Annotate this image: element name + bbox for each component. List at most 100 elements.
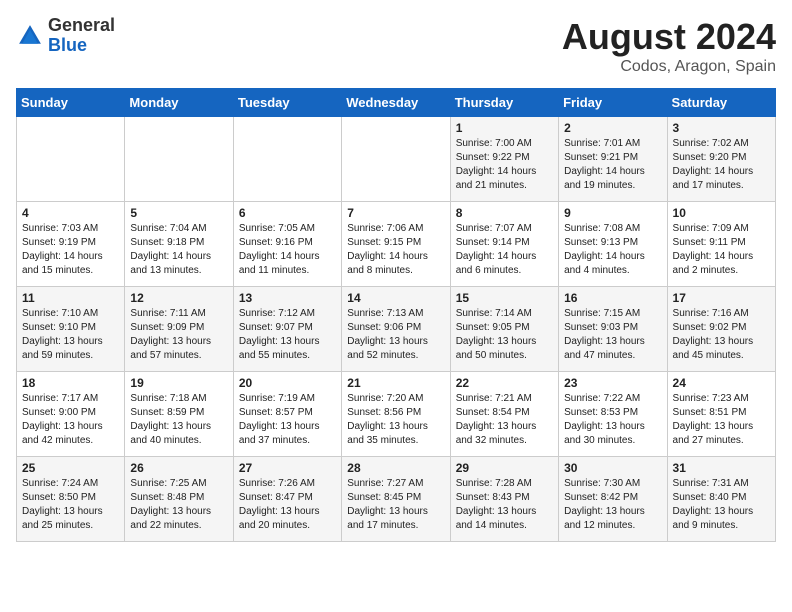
day-info: Sunrise: 7:28 AM Sunset: 8:43 PM Dayligh… [456, 477, 553, 533]
day-cell: 2 Sunrise: 7:01 AM Sunset: 9:21 PM Daylig… [559, 117, 667, 202]
day-cell: 25Sunrise: 7:24 AM Sunset: 8:50 PM Dayli… [17, 457, 125, 542]
day-cell: 19 Sunrise: 7:18 AM Sunset: 8:59 PM Dayli… [125, 372, 233, 457]
page-header: General Blue August 2024 Codos, Aragon, … [16, 16, 776, 76]
day-info: Sunrise: 7:22 AM Sunset: 8:53 PM Dayligh… [564, 392, 661, 448]
day-number: 15 [456, 291, 553, 305]
day-number: 23 [564, 376, 661, 390]
day-cell [342, 117, 450, 202]
day-number: 4 [22, 206, 119, 220]
day-cell: 29Sunrise: 7:28 AM Sunset: 8:43 PM Dayli… [450, 457, 558, 542]
day-cell: 22 Sunrise: 7:21 AM Sunset: 8:54 PM Dayli… [450, 372, 558, 457]
day-number: 21 [347, 376, 444, 390]
day-cell: 20 Sunrise: 7:19 AM Sunset: 8:57 PM Dayli… [233, 372, 341, 457]
day-number: 31 [673, 461, 770, 475]
day-info: Sunrise: 7:09 AM Sunset: 9:11 PM Dayligh… [673, 222, 770, 278]
week-row-4: 18 Sunrise: 7:17 AM Sunset: 9:00 PM Dayli… [17, 372, 776, 457]
day-cell: 5Sunrise: 7:04 AM Sunset: 9:18 PM Daylig… [125, 202, 233, 287]
calendar-body: 1 Sunrise: 7:00 AM Sunset: 9:22 PM Daylig… [17, 117, 776, 542]
day-info: Sunrise: 7:07 AM Sunset: 9:14 PM Dayligh… [456, 222, 553, 278]
day-number: 18 [22, 376, 119, 390]
day-number: 22 [456, 376, 553, 390]
calendar-table: SundayMondayTuesdayWednesdayThursdayFrid… [16, 88, 776, 542]
day-info: Sunrise: 7:27 AM Sunset: 8:45 PM Dayligh… [347, 477, 444, 533]
day-info: Sunrise: 7:02 AM Sunset: 9:20 PM Dayligh… [673, 137, 770, 193]
week-row-3: 11 Sunrise: 7:10 AM Sunset: 9:10 PM Dayli… [17, 287, 776, 372]
week-row-5: 25Sunrise: 7:24 AM Sunset: 8:50 PM Dayli… [17, 457, 776, 542]
day-cell: 31 Sunrise: 7:31 AM Sunset: 8:40 PM Dayli… [667, 457, 775, 542]
day-number: 14 [347, 291, 444, 305]
day-info: Sunrise: 7:01 AM Sunset: 9:21 PM Dayligh… [564, 137, 661, 193]
day-cell: 15 Sunrise: 7:14 AM Sunset: 9:05 PM Dayli… [450, 287, 558, 372]
logo-blue: Blue [48, 36, 115, 56]
day-info: Sunrise: 7:23 AM Sunset: 8:51 PM Dayligh… [673, 392, 770, 448]
day-cell: 28 Sunrise: 7:27 AM Sunset: 8:45 PM Dayli… [342, 457, 450, 542]
day-number: 11 [22, 291, 119, 305]
day-cell: 17Sunrise: 7:16 AM Sunset: 9:02 PM Dayli… [667, 287, 775, 372]
title-block: August 2024 Codos, Aragon, Spain [562, 16, 776, 76]
weekday-header-wednesday: Wednesday [342, 89, 450, 117]
week-row-1: 1 Sunrise: 7:00 AM Sunset: 9:22 PM Daylig… [17, 117, 776, 202]
day-info: Sunrise: 7:21 AM Sunset: 8:54 PM Dayligh… [456, 392, 553, 448]
logo-icon [16, 22, 44, 50]
logo: General Blue [16, 16, 115, 56]
day-info: Sunrise: 7:26 AM Sunset: 8:47 PM Dayligh… [239, 477, 336, 533]
day-number: 12 [130, 291, 227, 305]
weekday-header-monday: Monday [125, 89, 233, 117]
day-info: Sunrise: 7:25 AM Sunset: 8:48 PM Dayligh… [130, 477, 227, 533]
weekday-header-sunday: Sunday [17, 89, 125, 117]
day-cell: 18 Sunrise: 7:17 AM Sunset: 9:00 PM Dayli… [17, 372, 125, 457]
day-info: Sunrise: 7:03 AM Sunset: 9:19 PM Dayligh… [22, 222, 119, 278]
weekday-header-thursday: Thursday [450, 89, 558, 117]
day-cell: 24Sunrise: 7:23 AM Sunset: 8:51 PM Dayli… [667, 372, 775, 457]
day-info: Sunrise: 7:18 AM Sunset: 8:59 PM Dayligh… [130, 392, 227, 448]
logo-general: General [48, 16, 115, 36]
day-number: 1 [456, 121, 553, 135]
day-info: Sunrise: 7:06 AM Sunset: 9:15 PM Dayligh… [347, 222, 444, 278]
day-cell: 16Sunrise: 7:15 AM Sunset: 9:03 PM Dayli… [559, 287, 667, 372]
day-number: 25 [22, 461, 119, 475]
day-info: Sunrise: 7:12 AM Sunset: 9:07 PM Dayligh… [239, 307, 336, 363]
day-number: 3 [673, 121, 770, 135]
day-cell: 4 Sunrise: 7:03 AM Sunset: 9:19 PM Daylig… [17, 202, 125, 287]
day-number: 20 [239, 376, 336, 390]
day-cell: 13 Sunrise: 7:12 AM Sunset: 9:07 PM Dayli… [233, 287, 341, 372]
day-cell: 12 Sunrise: 7:11 AM Sunset: 9:09 PM Dayli… [125, 287, 233, 372]
day-info: Sunrise: 7:10 AM Sunset: 9:10 PM Dayligh… [22, 307, 119, 363]
day-cell: 23 Sunrise: 7:22 AM Sunset: 8:53 PM Dayli… [559, 372, 667, 457]
day-info: Sunrise: 7:11 AM Sunset: 9:09 PM Dayligh… [130, 307, 227, 363]
day-number: 16 [564, 291, 661, 305]
day-cell: 8 Sunrise: 7:07 AM Sunset: 9:14 PM Daylig… [450, 202, 558, 287]
day-info: Sunrise: 7:00 AM Sunset: 9:22 PM Dayligh… [456, 137, 553, 193]
day-info: Sunrise: 7:19 AM Sunset: 8:57 PM Dayligh… [239, 392, 336, 448]
calendar-title: August 2024 [562, 16, 776, 58]
weekday-header-saturday: Saturday [667, 89, 775, 117]
day-number: 19 [130, 376, 227, 390]
day-info: Sunrise: 7:14 AM Sunset: 9:05 PM Dayligh… [456, 307, 553, 363]
day-number: 10 [673, 206, 770, 220]
day-number: 13 [239, 291, 336, 305]
day-cell: 1 Sunrise: 7:00 AM Sunset: 9:22 PM Daylig… [450, 117, 558, 202]
day-info: Sunrise: 7:04 AM Sunset: 9:18 PM Dayligh… [130, 222, 227, 278]
day-number: 9 [564, 206, 661, 220]
day-number: 6 [239, 206, 336, 220]
day-info: Sunrise: 7:16 AM Sunset: 9:02 PM Dayligh… [673, 307, 770, 363]
day-info: Sunrise: 7:17 AM Sunset: 9:00 PM Dayligh… [22, 392, 119, 448]
weekday-header-friday: Friday [559, 89, 667, 117]
day-info: Sunrise: 7:20 AM Sunset: 8:56 PM Dayligh… [347, 392, 444, 448]
day-number: 26 [130, 461, 227, 475]
day-info: Sunrise: 7:13 AM Sunset: 9:06 PM Dayligh… [347, 307, 444, 363]
day-cell: 10 Sunrise: 7:09 AM Sunset: 9:11 PM Dayli… [667, 202, 775, 287]
day-info: Sunrise: 7:05 AM Sunset: 9:16 PM Dayligh… [239, 222, 336, 278]
day-cell [233, 117, 341, 202]
day-cell: 27Sunrise: 7:26 AM Sunset: 8:47 PM Dayli… [233, 457, 341, 542]
logo-text: General Blue [48, 16, 115, 56]
day-info: Sunrise: 7:31 AM Sunset: 8:40 PM Dayligh… [673, 477, 770, 533]
day-cell: 30Sunrise: 7:30 AM Sunset: 8:42 PM Dayli… [559, 457, 667, 542]
day-number: 2 [564, 121, 661, 135]
day-number: 28 [347, 461, 444, 475]
weekday-header-row: SundayMondayTuesdayWednesdayThursdayFrid… [17, 89, 776, 117]
day-cell [17, 117, 125, 202]
day-cell: 9Sunrise: 7:08 AM Sunset: 9:13 PM Daylig… [559, 202, 667, 287]
week-row-2: 4 Sunrise: 7:03 AM Sunset: 9:19 PM Daylig… [17, 202, 776, 287]
day-number: 8 [456, 206, 553, 220]
